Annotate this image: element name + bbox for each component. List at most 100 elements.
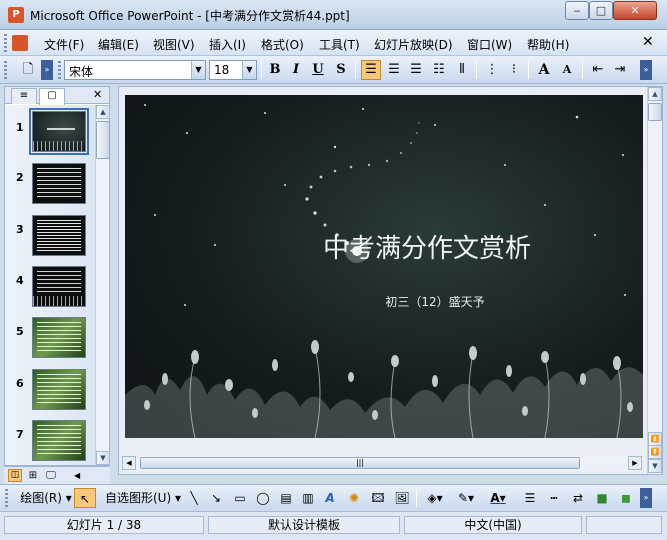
slide-thumbnail-6[interactable] (32, 369, 86, 410)
slide-vertical-scrollbar[interactable]: ▲ ⏫ ⏬ ▼ (647, 87, 662, 474)
tab-outline[interactable]: ≡ (11, 88, 37, 104)
scroll-down-icon[interactable]: ▼ (96, 451, 110, 465)
thumb-text-lines (37, 168, 81, 199)
scroll-thumb[interactable] (648, 103, 662, 121)
maximize-button[interactable]: □ (589, 1, 613, 20)
toolbar-grip-handle[interactable] (4, 61, 7, 79)
distributed-align-icon[interactable]: ⦀ (452, 60, 472, 80)
decrease-indent-icon[interactable]: ⇤ (588, 60, 608, 80)
font-name-select[interactable]: 宋体 ▼ (64, 60, 206, 80)
toolbar-options-icon[interactable]: » (640, 488, 652, 508)
line-style-icon[interactable]: ☰ (520, 488, 540, 508)
font-size-select[interactable]: 18 ▼ (209, 60, 257, 80)
menu-format[interactable]: 格式(O) (261, 36, 304, 53)
toolbar-options-icon[interactable]: » (640, 60, 652, 80)
thumbnails-scrollbar[interactable]: ▲ ▼ (95, 105, 110, 465)
increase-indent-icon[interactable]: ⇥ (610, 60, 630, 80)
rectangle-tool-icon[interactable]: ▭ (230, 488, 250, 508)
vertical-textbox-icon[interactable]: ▥ (298, 488, 318, 508)
document-icon[interactable] (12, 35, 28, 51)
toolbar2-grip-handle[interactable] (58, 61, 61, 79)
insert-picture-icon[interactable]: 🖼 (392, 488, 412, 508)
slide-thumbnail-1[interactable] (29, 108, 89, 155)
close-button[interactable]: ✕ (613, 1, 657, 20)
scroll-up-icon[interactable]: ▲ (96, 105, 110, 119)
align-left-icon[interactable]: ☰ (361, 60, 381, 80)
dash-style-icon[interactable]: ┅ (544, 488, 564, 508)
oval-tool-icon[interactable]: ◯ (253, 488, 273, 508)
align-center-icon[interactable]: ☰ (384, 60, 404, 80)
menu-help[interactable]: 帮助(H) (527, 36, 569, 53)
minimize-button[interactable]: ‒ (565, 1, 589, 20)
increase-font-button[interactable]: A (534, 60, 554, 80)
textbox-tool-icon[interactable]: ▤ (276, 488, 296, 508)
tab-slides[interactable]: ▢ (39, 88, 65, 105)
new-document-icon[interactable]: 🗋 (18, 60, 38, 80)
bullet-list-icon[interactable]: ⁝ (504, 60, 524, 80)
justify-icon[interactable]: ☷ (429, 60, 449, 80)
scroll-thumb[interactable] (96, 121, 110, 159)
menu-tools[interactable]: 工具(T) (319, 36, 360, 53)
powerpoint-app-icon[interactable]: P (8, 7, 24, 23)
current-slide[interactable]: 中考满分作文赏析 初三（12）盛天予 (125, 95, 643, 438)
menu-edit[interactable]: 编辑(E) (98, 36, 139, 53)
line-color-icon[interactable]: ✎▾ (452, 488, 480, 508)
menu-grip-handle[interactable] (4, 34, 7, 52)
menu-close-doc-icon[interactable]: ✕ (642, 34, 654, 50)
font-color-icon[interactable]: A▾ (484, 488, 512, 508)
language-status: 中文(中国) (404, 516, 582, 534)
menu-window[interactable]: 窗口(W) (467, 36, 512, 53)
italic-button[interactable]: I (286, 60, 306, 80)
scroll-thumb[interactable]: ||| (140, 457, 580, 469)
toolbar-options-icon[interactable]: » (41, 60, 53, 80)
toolbar-divider (355, 61, 356, 79)
title-bar: P Microsoft Office PowerPoint - [中考满分作文赏… (0, 0, 667, 30)
scroll-left-icon[interactable]: ◀ (122, 456, 136, 470)
previous-slide-icon[interactable]: ⏫ (648, 432, 662, 446)
chevron-down-icon[interactable]: ▼ (191, 61, 205, 79)
chevron-down-icon[interactable]: ▼ (242, 61, 256, 79)
slide-thumbnail-4[interactable] (32, 266, 86, 307)
autoshapes-button[interactable]: 自选图形(U) ▾ (104, 488, 182, 508)
menu-insert[interactable]: 插入(I) (209, 36, 246, 53)
diagram-icon[interactable]: ✺ (344, 488, 364, 508)
slide-thumbnail-2[interactable] (32, 163, 86, 204)
underline-button[interactable]: U (308, 60, 328, 80)
fill-color-icon[interactable]: ◈▾ (421, 488, 449, 508)
slide-title-text[interactable]: 中考满分作文赏析 (297, 228, 557, 265)
scroll-right-icon[interactable]: ▶ (628, 456, 642, 470)
menu-file[interactable]: 文件(F) (44, 36, 84, 53)
shadow-button[interactable]: S (331, 60, 351, 80)
slide-sorter-icon[interactable]: ⊞ (26, 469, 40, 482)
arrow-tool-icon[interactable]: ↘ (207, 488, 225, 508)
next-slide-icon[interactable]: ⏬ (648, 445, 662, 459)
align-right-icon[interactable]: ☰ (406, 60, 426, 80)
scroll-up-icon[interactable]: ▲ (648, 87, 662, 101)
3d-style-icon[interactable]: ◼ (616, 488, 636, 508)
menu-slideshow[interactable]: 幻灯片放映(D) (374, 36, 453, 53)
select-objects-icon[interactable]: ↖ (74, 488, 96, 508)
arrow-style-icon[interactable]: ⇄ (568, 488, 588, 508)
slideshow-view-icon[interactable]: 🖵 (44, 469, 58, 482)
shadow-style-icon[interactable]: ■ (592, 488, 612, 508)
draw-menu-button[interactable]: 绘图(R) ▾ (18, 488, 74, 508)
slide-subtitle-text[interactable]: 初三（12）盛天予 (325, 293, 545, 310)
slide-thumbnail-3[interactable] (32, 215, 86, 256)
menu-view[interactable]: 视图(V) (153, 36, 195, 53)
numbered-list-icon[interactable]: ⋮ (482, 60, 502, 80)
slide-thumbnail-5[interactable] (32, 317, 86, 358)
thumb-number: 7 (16, 428, 24, 441)
bold-button[interactable]: B (265, 60, 285, 80)
pane-close-icon[interactable]: ✕ (93, 88, 102, 101)
slide-horizontal-scrollbar[interactable]: ◀ ||| ▶ (122, 456, 642, 471)
normal-view-icon[interactable]: ◫ (8, 469, 22, 482)
slide-thumbnail-7[interactable] (32, 420, 86, 461)
line-tool-icon[interactable]: ╲ (185, 488, 203, 508)
clipart-icon[interactable]: 🖾 (368, 488, 388, 508)
decrease-font-button[interactable]: A (557, 60, 577, 80)
scroll-down-icon[interactable]: ▼ (648, 459, 662, 473)
wordart-icon[interactable]: A (320, 488, 340, 508)
thumb-number: 2 (16, 171, 24, 184)
drawbar-grip-handle[interactable] (5, 489, 8, 507)
scroll-left-icon[interactable]: ◀ (74, 469, 84, 482)
